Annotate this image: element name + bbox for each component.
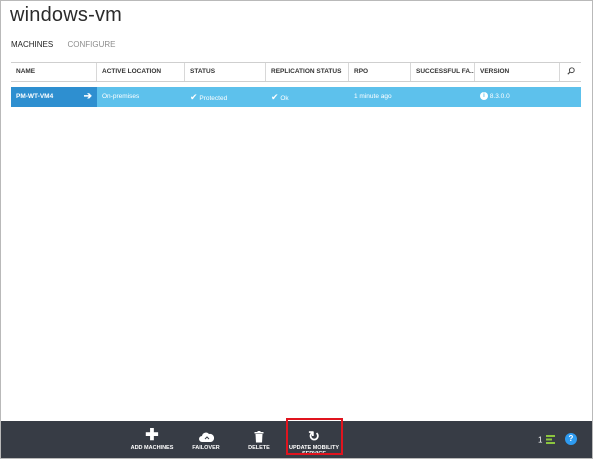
- tab-configure[interactable]: CONFIGURE: [67, 40, 115, 49]
- version-text: 8.3.0.0: [489, 93, 510, 100]
- notification-list-icon: [545, 435, 555, 446]
- table-row[interactable]: PM-WT-VM4 ➔ On-premises ✔ Protected ✔ Ok…: [11, 87, 581, 107]
- failover-label: FAILOVER: [192, 445, 220, 451]
- search-icon: [566, 67, 575, 75]
- cell-status: ✔ Protected: [185, 87, 266, 107]
- highlight-box: [286, 418, 343, 455]
- cell-successful-failover: [411, 87, 475, 107]
- column-rpo[interactable]: RPO: [349, 63, 411, 81]
- cloud-icon: [187, 427, 225, 445]
- column-name[interactable]: NAME: [11, 63, 97, 81]
- column-status[interactable]: STATUS: [185, 63, 266, 81]
- column-successful-failover[interactable]: SUCCESSFUL FA...: [411, 63, 475, 81]
- replication-status-text: Ok: [280, 95, 289, 102]
- info-icon[interactable]: i: [480, 92, 488, 101]
- failover-button[interactable]: FAILOVER: [187, 421, 225, 458]
- column-version[interactable]: VERSION: [475, 63, 560, 81]
- arrow-right-icon[interactable]: ➔: [84, 87, 92, 107]
- cell-replication-status: ✔ Ok: [266, 87, 349, 107]
- column-replication-status[interactable]: REPLICATION STATUS: [266, 63, 349, 81]
- check-icon: ✔: [190, 92, 198, 102]
- status-text: Protected: [199, 95, 228, 102]
- trash-icon: [241, 427, 277, 445]
- add-machines-label: ADD MACHINES: [130, 445, 174, 451]
- machine-name: PM-WT-VM4: [16, 93, 54, 100]
- cell-active-location: On-premises: [102, 93, 140, 100]
- tab-machines[interactable]: MACHINES: [11, 40, 53, 49]
- check-icon: ✔: [271, 92, 279, 102]
- add-machines-button[interactable]: ✚ ADD MACHINES: [127, 421, 177, 458]
- help-icon[interactable]: ?: [565, 433, 577, 445]
- cell-rpo: 1 minute ago: [354, 93, 392, 100]
- delete-button[interactable]: DELETE: [241, 421, 277, 458]
- tab-bar: MACHINES CONFIGURE: [11, 40, 127, 49]
- delete-label: DELETE: [248, 445, 270, 451]
- plus-icon: ✚: [145, 427, 159, 444]
- notification-count: 1: [538, 435, 543, 445]
- cell-version: i 8.3.0.0: [475, 87, 560, 107]
- search-button[interactable]: [560, 63, 581, 81]
- cell-name[interactable]: PM-WT-VM4 ➔: [11, 87, 97, 107]
- column-active-location[interactable]: ACTIVE LOCATION: [97, 63, 185, 81]
- table-header: NAME ACTIVE LOCATION STATUS REPLICATION …: [11, 62, 581, 82]
- page-title: windows-vm: [10, 4, 123, 26]
- notifications-button[interactable]: 1: [538, 435, 555, 446]
